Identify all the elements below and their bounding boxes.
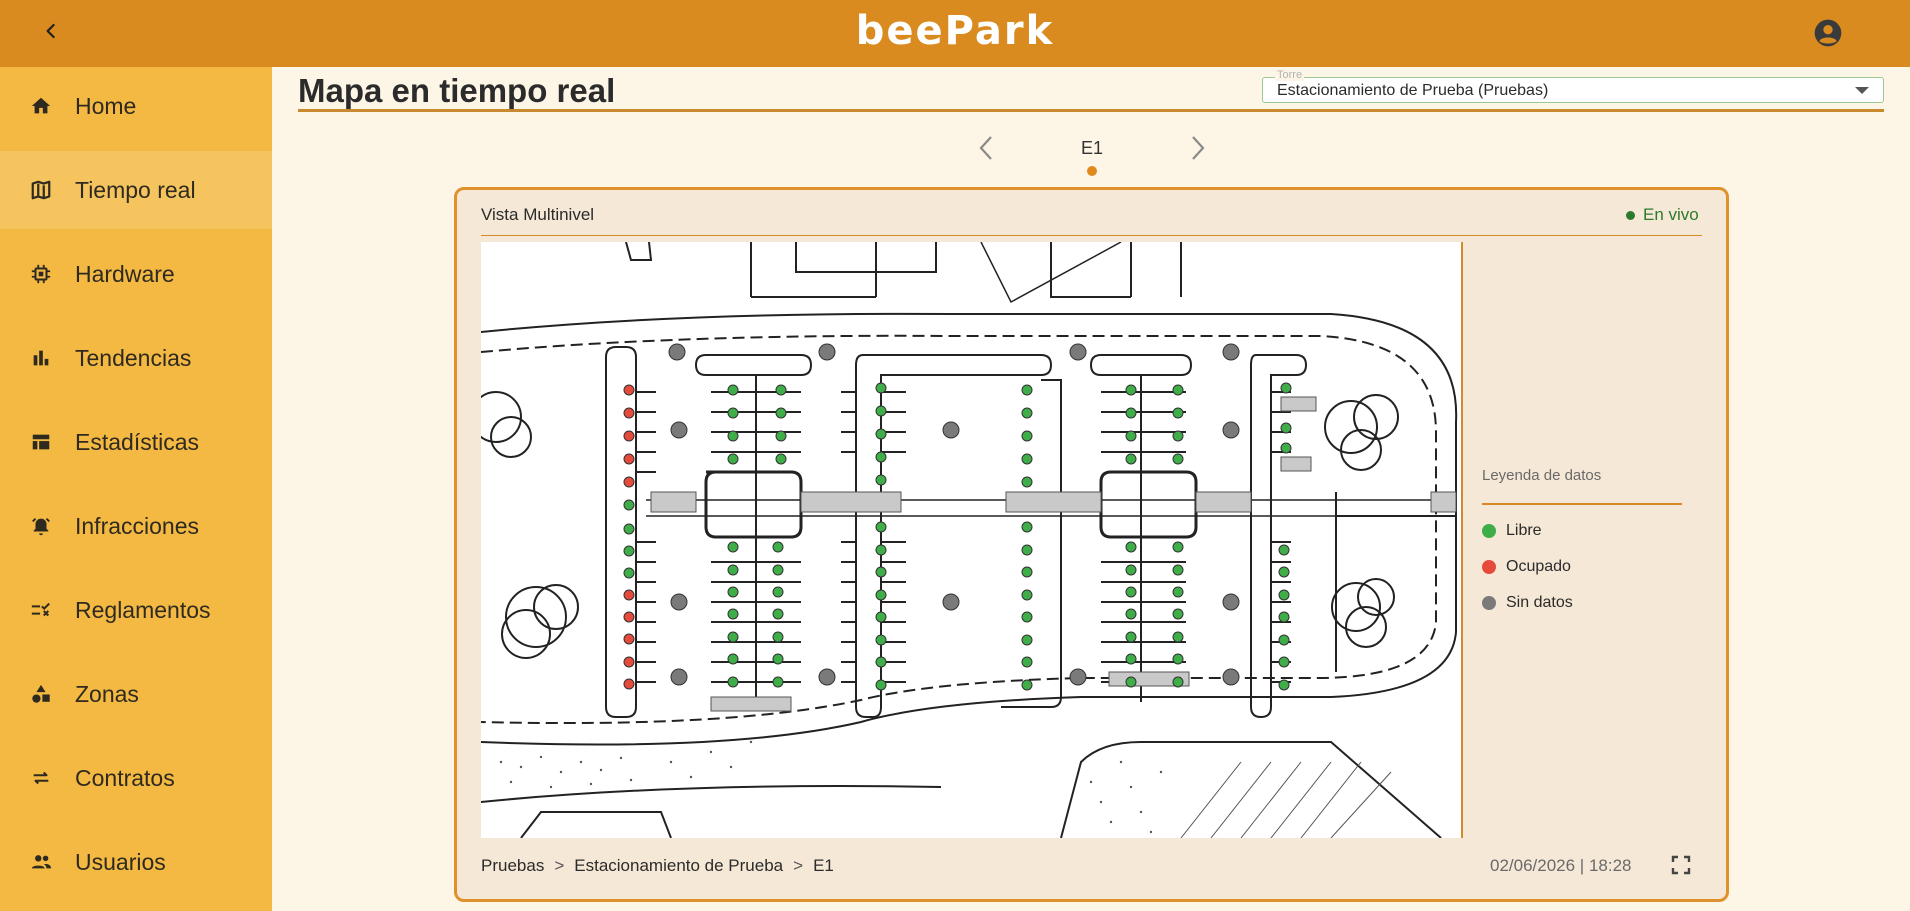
breadcrumb-separator: > (554, 856, 565, 875)
chip-icon (28, 261, 54, 287)
tower-select[interactable]: Torre Estacionamiento de Prueba (Pruebas… (1262, 69, 1884, 103)
level-indicator-dot (1087, 166, 1097, 176)
legend-swatch (1482, 596, 1496, 610)
title-divider (298, 109, 1884, 112)
bar-chart-icon (28, 345, 54, 371)
sidebar-item-label: Infracciones (75, 512, 200, 539)
map-icon (28, 177, 54, 203)
group-icon (28, 849, 54, 875)
swap-icon (28, 765, 54, 791)
legend-item-free: Libre (1482, 522, 1542, 540)
legend-label: Sin datos (1506, 594, 1573, 611)
breadcrumb-item[interactable]: E1 (813, 856, 834, 876)
next-level-button[interactable] (1184, 132, 1212, 164)
sidebar-item-label: Tiempo real (75, 176, 196, 203)
breadcrumb-item[interactable]: Pruebas (481, 856, 544, 876)
account-button[interactable] (1812, 17, 1844, 49)
sidebar-item-infracciones[interactable]: Infracciones (0, 487, 272, 565)
tower-select-label: Torre (1275, 69, 1305, 81)
legend-divider (1482, 503, 1682, 505)
timestamp: 02/06/2026 | 18:28 (1490, 856, 1632, 875)
sidebar-item-label: Reglamentos (75, 596, 211, 623)
sidebar-item-label: Estadísticas (75, 428, 199, 455)
previous-level-button[interactable] (972, 132, 1000, 164)
parking-map[interactable] (481, 242, 1461, 838)
legend-label: Libre (1506, 522, 1542, 539)
chevron-left-icon (46, 23, 55, 39)
sidebar-item-label: Home (75, 92, 137, 119)
chevron-right-icon (1192, 136, 1205, 160)
legend-item-occupied: Ocupado (1482, 558, 1571, 576)
caret-down-icon (1855, 87, 1869, 94)
sidebar-item-label: Hardware (75, 260, 175, 287)
sidebar-item-label: Zonas (75, 680, 139, 707)
card-header-divider (481, 235, 1702, 236)
sidebar-item-reglamentos[interactable]: Reglamentos (0, 571, 272, 649)
sidebar-item-zonas[interactable]: Zonas (0, 655, 272, 733)
rule-icon (28, 597, 54, 623)
legend-item-no-data: Sin datos (1482, 594, 1573, 612)
sidebar-item-estadisticas[interactable]: Estadísticas (0, 403, 272, 481)
sidebar-item-tendencias[interactable]: Tendencias (0, 319, 272, 397)
fullscreen-button[interactable] (1669, 853, 1693, 877)
sidebar: Home Tiempo real Hardware Tendencias Est… (0, 67, 272, 911)
sidebar-item-tiempo-real[interactable]: Tiempo real (0, 151, 272, 229)
card-title: Vista Multinivel (481, 205, 595, 224)
alarm-icon (28, 513, 54, 539)
page-title: Mapa en tiempo real (298, 72, 616, 109)
home-icon (28, 93, 54, 119)
sidebar-item-usuarios[interactable]: Usuarios (0, 823, 272, 901)
table-icon (28, 429, 54, 455)
chevron-left-icon (979, 136, 992, 160)
sidebar-item-home[interactable]: Home (0, 67, 272, 145)
sidebar-item-label: Tendencias (75, 344, 192, 371)
live-status: En vivo (1626, 205, 1699, 225)
fullscreen-icon (1671, 855, 1691, 875)
top-bar: beePark (0, 0, 1910, 67)
live-status-label: En vivo (1643, 205, 1699, 224)
sidebar-item-contratos[interactable]: Contratos (0, 739, 272, 817)
sidebar-item-hardware[interactable]: Hardware (0, 235, 272, 313)
sidebar-item-label: Contratos (75, 764, 175, 791)
tower-select-value: Estacionamiento de Prueba (Pruebas) (1277, 82, 1549, 99)
legend-swatch (1482, 560, 1496, 574)
legend-label: Ocupado (1506, 558, 1571, 575)
breadcrumb: Pruebas > Estacionamiento de Prueba > E1 (481, 856, 844, 876)
back-button[interactable] (36, 16, 66, 46)
legend-title: Leyenda de datos (1482, 467, 1602, 484)
breadcrumb-separator: > (793, 856, 804, 875)
legend-swatch (1482, 524, 1496, 538)
brand-logo: beePark (855, 8, 1055, 54)
level-label[interactable]: E1 (1060, 138, 1124, 159)
account-circle-icon (1814, 19, 1842, 47)
live-dot (1626, 210, 1635, 220)
shapes-icon (28, 681, 54, 707)
map-divider (1461, 242, 1463, 838)
floor-plan (481, 242, 1458, 838)
sidebar-item-label: Usuarios (75, 848, 166, 875)
breadcrumb-item[interactable]: Estacionamiento de Prueba (574, 856, 783, 876)
